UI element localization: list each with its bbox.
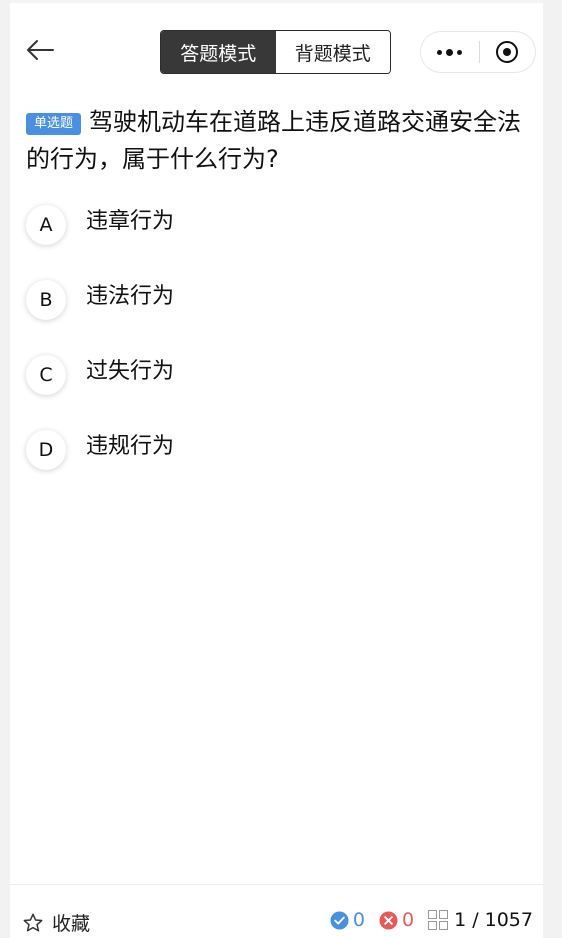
- check-circle-icon: [330, 910, 349, 930]
- back-button[interactable]: [22, 32, 58, 68]
- answer-stats: 0 0 1 / 1057: [316, 909, 533, 931]
- option-b[interactable]: B 违法行为: [26, 277, 531, 352]
- miniapp-capsule: [420, 31, 536, 73]
- correct-stat: 0: [330, 909, 365, 931]
- option-letter: C: [26, 355, 66, 395]
- options-list: A 违章行为 B 违法行为 C 过失行为 D 违规行为: [26, 202, 531, 502]
- star-icon: [23, 913, 43, 932]
- favorite-label: 收藏: [52, 913, 91, 935]
- option-text: 违法行为: [86, 284, 175, 309]
- wrong-stat: 0: [379, 909, 414, 931]
- recite-mode-tab[interactable]: 背题模式: [275, 31, 390, 73]
- x-circle-icon: [379, 910, 398, 930]
- footer-bar: 收藏 0 0 1 / 1057: [10, 884, 543, 938]
- option-letter: B: [26, 280, 66, 320]
- option-text: 过失行为: [86, 359, 175, 384]
- option-text: 违章行为: [86, 209, 175, 234]
- option-d[interactable]: D 违规行为: [26, 427, 531, 502]
- correct-count: 0: [352, 909, 365, 931]
- progress-stat[interactable]: 1 / 1057: [428, 909, 533, 931]
- quiz-page: 答题模式 背题模式 单选题 驾驶机动车在道路上违反道路交通安全法的行为，属于什么行…: [10, 0, 543, 938]
- option-c[interactable]: C 过失行为: [26, 352, 531, 427]
- more-dots-icon: [437, 48, 463, 56]
- wrong-count: 0: [401, 909, 415, 931]
- nav-bar: 答题模式 背题模式: [10, 20, 543, 82]
- question-type-badge: 单选题: [26, 113, 82, 135]
- answer-mode-tab[interactable]: 答题模式: [161, 31, 276, 73]
- mode-toggle: 答题模式 背题模式: [160, 30, 391, 74]
- close-miniapp-button[interactable]: [479, 31, 535, 73]
- target-icon: [496, 41, 519, 63]
- option-a[interactable]: A 违章行为: [26, 202, 531, 277]
- more-button[interactable]: [421, 31, 479, 73]
- option-letter: A: [26, 205, 66, 245]
- question-text: 驾驶机动车在道路上违反道路交通安全法的行为，属于什么行为?: [26, 108, 522, 173]
- grid-icon: [428, 910, 449, 930]
- arrow-left-icon: [27, 40, 54, 60]
- option-letter: D: [26, 430, 66, 470]
- favorite-button[interactable]: 收藏: [22, 909, 90, 936]
- top-strip: [10, 0, 543, 3]
- question-progress: 1 / 1057: [454, 909, 533, 931]
- option-text: 违规行为: [86, 434, 175, 459]
- question-stem: 单选题 驾驶机动车在道路上违反道路交通安全法的行为，属于什么行为?: [26, 104, 531, 178]
